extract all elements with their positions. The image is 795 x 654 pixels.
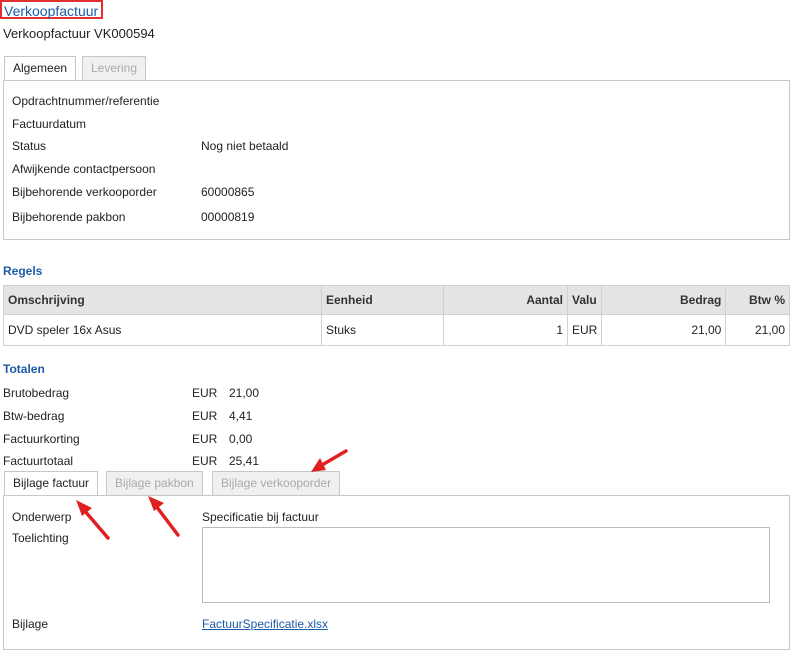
tab-bijlage-verkooporder[interactable]: Bijlage verkooporder: [212, 471, 341, 495]
lines-header-row: Omschrijving Eenheid Aantal Valu Bedrag …: [3, 285, 790, 315]
field-value-status: Nog niet betaald: [201, 139, 289, 153]
total-label-bruto: Brutobedrag: [3, 386, 70, 400]
lines-heading: Regels: [3, 264, 43, 278]
cell-aantal: 1: [443, 314, 568, 346]
col-bedrag[interactable]: Bedrag: [601, 285, 727, 315]
total-value-korting: 0,00: [229, 432, 253, 446]
lines-table: Omschrijving Eenheid Aantal Valu Bedrag …: [3, 285, 790, 346]
attachment-subject-value: Specificatie bij factuur: [202, 510, 319, 524]
col-aantal[interactable]: Aantal: [443, 285, 568, 315]
total-value-bruto: 21,00: [229, 386, 260, 400]
tab-bijlage-factuur[interactable]: Bijlage factuur: [4, 471, 99, 496]
cell-bedrag: 21,00: [601, 314, 727, 346]
attachment-note-field[interactable]: [202, 527, 770, 603]
tab-levering[interactable]: Levering: [82, 56, 147, 80]
total-label-korting: Factuurkorting: [3, 432, 80, 446]
cell-btw: 21,00: [725, 314, 790, 346]
table-row[interactable]: DVD speler 16x Asus Stuks 1 EUR 21,00 21…: [3, 314, 790, 346]
col-btw[interactable]: Btw %: [725, 285, 790, 315]
field-label-reference: Opdrachtnummer/referentie: [12, 94, 160, 108]
field-label-packing-slip: Bijbehorende pakbon: [12, 210, 126, 224]
col-omschrijving[interactable]: Omschrijving: [3, 285, 322, 315]
total-value-btw: 4,41: [229, 409, 253, 423]
cell-valuta: EUR: [566, 314, 603, 346]
attachment-file-link[interactable]: FactuurSpecificatie.xlsx: [202, 617, 328, 631]
field-label-sales-order: Bijbehorende verkooporder: [12, 185, 157, 199]
attachment-file-label: Bijlage: [12, 617, 49, 631]
tab-algemeen[interactable]: Algemeen: [4, 56, 77, 81]
total-currency-btw: EUR: [192, 409, 218, 423]
total-value-factuurtotaal: 25,41: [229, 454, 260, 468]
attachment-subject-label: Onderwerp: [12, 510, 72, 524]
totals-heading: Totalen: [3, 362, 45, 376]
cell-eenheid: Stuks: [321, 314, 444, 346]
total-label-factuurtotaal: Factuurtotaal: [3, 454, 74, 468]
field-value-packing-slip: 00000819: [201, 210, 255, 224]
total-currency-bruto: EUR: [192, 386, 218, 400]
total-currency-korting: EUR: [192, 432, 218, 446]
arrow-to-bijlage-verkooporder: [311, 449, 348, 472]
col-eenheid[interactable]: Eenheid: [321, 285, 444, 315]
field-value-sales-order: 60000865: [201, 185, 255, 199]
total-label-btw: Btw-bedrag: [3, 409, 65, 423]
field-label-invoice-date: Factuurdatum: [12, 117, 87, 131]
cell-omschrijving: DVD speler 16x Asus: [3, 314, 322, 346]
tab-bijlage-pakbon[interactable]: Bijlage pakbon: [106, 471, 203, 495]
col-valuta[interactable]: Valu: [566, 285, 603, 315]
page-title: Verkoopfactuur: [0, 0, 104, 19]
field-label-contact: Afwijkende contactpersoon: [12, 162, 156, 176]
total-currency-factuurtotaal: EUR: [192, 454, 218, 468]
field-label-status: Status: [12, 139, 47, 153]
invoice-subtitle: Verkoopfactuur VK000594: [3, 26, 155, 41]
attachment-note-label: Toelichting: [12, 531, 69, 545]
